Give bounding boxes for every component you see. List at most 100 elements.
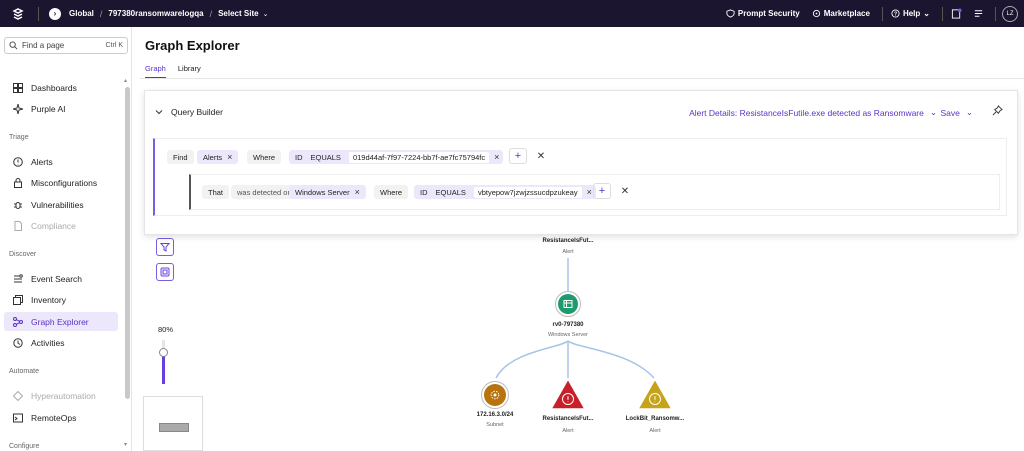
condition-chip[interactable]: ID EQUALS vbtyepow7jzwjzssucdpzukeay × [414,185,596,199]
fit-view-button[interactable] [156,263,174,281]
zoom-slider-thumb[interactable] [159,348,168,357]
query-builder-toggle[interactable]: Query Builder [155,107,223,117]
notification-icon [951,8,962,19]
save-label: Save [940,107,960,118]
sidebar-item-graph-explorer[interactable]: Graph Explorer [4,312,118,331]
prompt-security-label: Prompt Security [737,9,800,18]
close-icon[interactable]: × [587,187,592,197]
node-label[interactable]: ResistanceIsFut... [528,238,608,244]
sidebar-item-compliance[interactable]: Compliance [4,216,118,235]
condition-operator: EQUALS [310,152,341,162]
sidebar-item-label: Hyperautomation [31,390,96,401]
terminal-icon [12,412,24,424]
node-label[interactable]: rv0-797380 [528,322,608,328]
pin-button[interactable] [992,105,1003,118]
entity-label: Windows Server [295,187,350,197]
list-icon [974,10,983,17]
scroll-up-icon[interactable]: ▴ [124,77,127,84]
sidebar-item-label: Vulnerabilities [31,199,84,210]
query-builder-panel: Query Builder Alert Details: ResistanceI… [144,90,1018,235]
divider [995,6,996,21]
sidebar-item-label: Misconfigurations [31,177,98,188]
divider [942,6,943,21]
condition-operator: EQUALS [435,187,466,197]
fit-view-icon [160,267,170,277]
breadcrumb-scope[interactable]: Global [69,9,94,18]
search-icon [9,41,18,50]
breadcrumb-separator: / [99,8,103,19]
alert-icon [12,156,24,168]
node-label[interactable]: LockBit_Ransomw... [615,416,695,422]
tab-library[interactable]: Library [178,64,201,79]
node-type: Subnet [486,422,504,428]
minimap[interactable] [143,396,203,451]
chevron-down-icon: ⌄ [262,10,269,18]
sentinelone-logo-icon[interactable] [8,4,28,24]
lock-icon [12,177,24,189]
tab-graph[interactable]: Graph [145,64,166,79]
notifications-button[interactable] [951,8,965,19]
sidebar-item-alerts[interactable]: Alerts [4,152,118,171]
alert-red-node[interactable] [549,377,587,411]
breadcrumb-separator: / [209,8,213,19]
sidebar-scrollbar[interactable] [125,87,130,399]
sidebar-item-misconfigurations[interactable]: Misconfigurations [4,173,118,192]
add-condition-button[interactable]: + [509,148,527,164]
sidebar-item-purple-ai[interactable]: Purple AI [4,99,118,118]
sidebar-item-hyperautomation[interactable]: Hyperautomation [4,386,118,405]
node-type: Windows Server [547,332,589,338]
remove-row-button[interactable]: ✕ [616,183,634,199]
query-builder-title: Query Builder [171,107,223,117]
close-icon[interactable]: × [494,152,499,162]
prompt-security-link[interactable]: Prompt Security [726,9,800,18]
site-selector[interactable]: Select Site [218,9,258,18]
remove-row-button[interactable]: ✕ [532,148,550,164]
alert-details-label: Alert Details: ResistanceIsFutile.exe de… [689,107,924,118]
node-label[interactable]: 172.16.3.0/24 [455,412,535,418]
help-menu[interactable]: ? Help ⌄ [891,9,930,18]
sidebar-item-remoteops[interactable]: RemoteOps [4,408,118,427]
page-search-input[interactable]: Find a page Ctrl K [4,37,128,54]
alert-yellow-node[interactable] [636,377,674,411]
add-condition-button[interactable]: + [593,183,611,199]
user-avatar[interactable]: LZ [1002,5,1018,22]
subnet-node[interactable] [481,381,509,409]
sidebar-item-dashboards[interactable]: Dashboards [4,78,118,97]
divider [140,78,1024,79]
sidebar-item-label: Alerts [31,156,53,167]
scroll-down-icon[interactable]: ▾ [124,441,127,448]
query-subrow: That was detected on Windows Server × Wh… [189,174,1000,210]
sidebar-item-activities[interactable]: Activities [4,333,118,352]
svg-text:?: ? [894,12,897,18]
sidebar-item-vulnerabilities[interactable]: Vulnerabilities [4,195,118,214]
marketplace-link[interactable]: Marketplace [812,9,870,18]
condition-chip[interactable]: ID EQUALS 019d44af-7f97-7224-bb7f-ae7fc7… [289,150,504,164]
tab-bar: Graph Library [145,64,213,79]
sparkle-icon [12,103,24,115]
close-icon[interactable]: × [227,152,232,162]
chevron-down-icon: ⌄ [965,107,973,117]
grid-icon [12,82,24,94]
where-keyword: Where [247,150,282,164]
close-icon[interactable]: × [355,187,360,197]
entity-chip-alerts[interactable]: Alerts × [197,150,239,164]
breadcrumb-account[interactable]: 797380ransomwarelogqa [108,9,203,18]
node-label[interactable]: ResistanceIsFut... [528,416,608,422]
sidebar-item-label: Graph Explorer [31,316,89,327]
relation-label[interactable]: was detected on [231,185,298,199]
alert-details-selector[interactable]: Alert Details: ResistanceIsFutile.exe de… [689,107,937,118]
page-title: Graph Explorer [145,38,240,53]
zoom-level: 80% [158,325,174,334]
save-button[interactable]: Save ⌄ [941,107,974,118]
sidebar-item-label: Compliance [31,220,76,231]
minimap-viewport[interactable] [159,423,189,432]
activity-button[interactable] [973,8,987,19]
graph-icon [12,316,24,328]
entity-chip-windows-server[interactable]: Windows Server × [289,185,366,199]
sidebar-item-inventory[interactable]: Inventory [4,290,118,309]
document-icon [12,220,24,232]
sidebar-item-event-search[interactable]: Event Search [4,269,118,288]
server-node[interactable] [555,291,581,317]
history-icon [12,337,24,349]
filter-button[interactable] [156,238,174,256]
